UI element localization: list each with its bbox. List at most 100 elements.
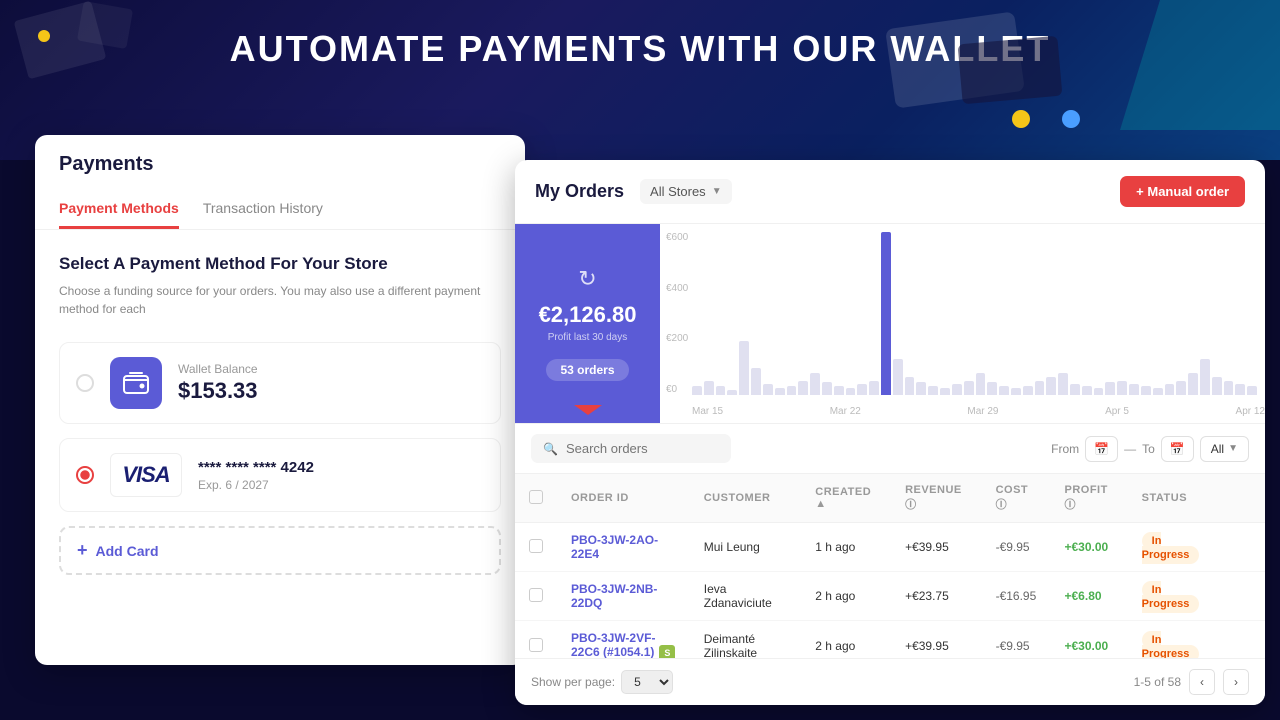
table-row[interactable]: PBO-3JW-2NB-22DQ Ieva Zdanaviciute 2 h a…: [515, 572, 1265, 621]
decorative-dot-yellow2: [1012, 110, 1030, 128]
card-method-row[interactable]: VISA **** **** **** 4242 Exp. 6 / 2027: [59, 438, 501, 512]
wallet-method-row[interactable]: Wallet Balance $153.33: [59, 342, 501, 424]
col-actions: [1225, 474, 1265, 523]
manual-order-button[interactable]: + Manual order: [1120, 176, 1245, 207]
order-id-1[interactable]: PBO-3JW-2NB-22DQ: [571, 582, 657, 610]
search-input[interactable]: [566, 441, 719, 456]
profit-icon: ↻: [578, 266, 596, 292]
payments-description: Choose a funding source for your orders.…: [59, 282, 501, 318]
chart-x-labels: Mar 15 Mar 22 Mar 29 Apr 5 Apr 12: [692, 406, 1265, 417]
chart-bar: [716, 386, 726, 395]
plus-icon: +: [77, 540, 88, 561]
chart-bar: [1011, 388, 1021, 395]
add-card-button[interactable]: + Add Card: [59, 526, 501, 575]
all-filter-select[interactable]: All ▼: [1200, 436, 1249, 462]
wallet-radio[interactable]: [76, 374, 94, 392]
search-box[interactable]: 🔍: [531, 434, 731, 463]
payments-body: Select A Payment Method For Your Store C…: [35, 230, 525, 599]
chart-y-labels: €600 €400 €200 €0: [660, 232, 694, 395]
chart-bar: [1188, 373, 1198, 395]
visa-icon: VISA: [110, 453, 182, 497]
col-status[interactable]: STATUS: [1128, 474, 1225, 523]
chart-bar: [1235, 384, 1245, 395]
chart-bar: [775, 388, 785, 395]
search-icon: 🔍: [543, 442, 558, 456]
decorative-dot-blue: [1062, 110, 1080, 128]
created-0: 1 h ago: [801, 523, 891, 572]
chart-bar: [1153, 388, 1163, 395]
stats-card: ↻ €2,126.80 Profit last 30 days 53 order…: [515, 224, 660, 423]
card-expiry: Exp. 6 / 2027: [198, 478, 484, 492]
payments-panel-title: Payments: [59, 153, 501, 176]
col-created[interactable]: CREATED ▲: [801, 474, 891, 523]
col-customer[interactable]: CUSTOMER: [690, 474, 802, 523]
row-checkbox-2[interactable]: [529, 638, 543, 652]
next-page-button[interactable]: ›: [1223, 669, 1249, 695]
customer-2: Deimanté Zilinskaite: [690, 621, 802, 659]
chart-bar: [905, 377, 915, 395]
order-id-0[interactable]: PBO-3JW-2AO-22E4: [571, 533, 658, 561]
from-date-input[interactable]: 📅: [1085, 436, 1118, 462]
pagination: 1-5 of 58 ‹ ›: [1134, 669, 1249, 695]
chart-bar: [1082, 386, 1092, 395]
chart-bar: [857, 384, 867, 395]
tab-transaction-history[interactable]: Transaction History: [203, 190, 323, 229]
prev-page-button[interactable]: ‹: [1189, 669, 1215, 695]
revenue-2: +€39.95: [891, 621, 982, 659]
chart-area: ↻ €2,126.80 Profit last 30 days 53 order…: [515, 224, 1265, 424]
x-label-mar22: Mar 22: [830, 406, 861, 417]
decorative-card-dark: [958, 36, 1063, 104]
to-label: To: [1142, 442, 1155, 456]
card-info: **** **** **** 4242 Exp. 6 / 2027: [198, 459, 484, 492]
chart-bar: [727, 390, 737, 395]
col-order-id[interactable]: ORDER ID: [557, 474, 690, 523]
wallet-info: Wallet Balance $153.33: [178, 362, 484, 404]
decorative-dot-yellow: [38, 30, 50, 42]
per-page-label: Show per page:: [531, 675, 615, 689]
filter-group: From 📅 — To 📅 All ▼: [1051, 436, 1249, 462]
col-revenue[interactable]: REVENUE ⓘ: [891, 474, 982, 523]
chart-bar: [976, 373, 986, 395]
tab-payment-methods[interactable]: Payment Methods: [59, 190, 179, 229]
all-filter-label: All: [1211, 442, 1224, 456]
shopify-icon: S: [659, 645, 675, 658]
row-checkbox-1[interactable]: [529, 588, 543, 602]
chart-bar: [1117, 381, 1127, 395]
calendar-icon-from: 📅: [1094, 442, 1109, 456]
order-id-2[interactable]: PBO-3JW-2VF-22C6 (#1054.1): [571, 631, 655, 658]
chart-bar: [952, 384, 962, 395]
cost-1: -€16.95: [982, 572, 1051, 621]
card-radio[interactable]: [76, 466, 94, 484]
orders-panel: My Orders All Stores ▼ + Manual order ↻ …: [515, 160, 1265, 705]
customer-1: Ieva Zdanaviciute: [690, 572, 802, 621]
chart-bar: [1035, 381, 1045, 395]
per-page-dropdown[interactable]: 5 10 20: [621, 670, 673, 694]
table-row[interactable]: PBO-3JW-2VF-22C6 (#1054.1) S Deimanté Zil…: [515, 621, 1265, 659]
col-profit[interactable]: PROFIT ⓘ: [1051, 474, 1128, 523]
status-badge-0: In Progress: [1142, 532, 1200, 564]
orders-title: My Orders: [535, 181, 624, 202]
visa-logo: VISA: [122, 462, 169, 488]
wallet-value: $153.33: [178, 378, 484, 404]
y-label-400: €400: [666, 283, 688, 294]
chart-bar: [1129, 384, 1139, 395]
chart-bar: [1212, 377, 1222, 395]
decorative-shape-2: [77, 1, 133, 49]
chart-bar: [869, 381, 879, 395]
y-label-0: €0: [666, 384, 688, 395]
row-checkbox-0[interactable]: [529, 539, 543, 553]
chart-bar: [1058, 373, 1068, 395]
chart-container: €600 €400 €200 €0 Mar 15 Mar 22 Mar 29 A…: [660, 224, 1265, 423]
from-label: From: [1051, 442, 1079, 456]
orders-header: My Orders All Stores ▼ + Manual order: [515, 160, 1265, 224]
chart-bar: [810, 373, 820, 395]
to-date-input[interactable]: 📅: [1161, 436, 1194, 462]
col-cost[interactable]: COST ⓘ: [982, 474, 1051, 523]
store-selector[interactable]: All Stores ▼: [640, 179, 732, 204]
x-label-apr12: Apr 12: [1236, 406, 1265, 417]
chart-bar: [1046, 377, 1056, 395]
table-row[interactable]: PBO-3JW-2AO-22E4 Mui Leung 1 h ago +€39.…: [515, 523, 1265, 572]
payments-header: Payments Payment Methods Transaction His…: [35, 135, 525, 230]
table-footer: Show per page: 5 10 20 1-5 of 58 ‹ ›: [515, 658, 1265, 705]
chart-bar: [751, 368, 761, 395]
